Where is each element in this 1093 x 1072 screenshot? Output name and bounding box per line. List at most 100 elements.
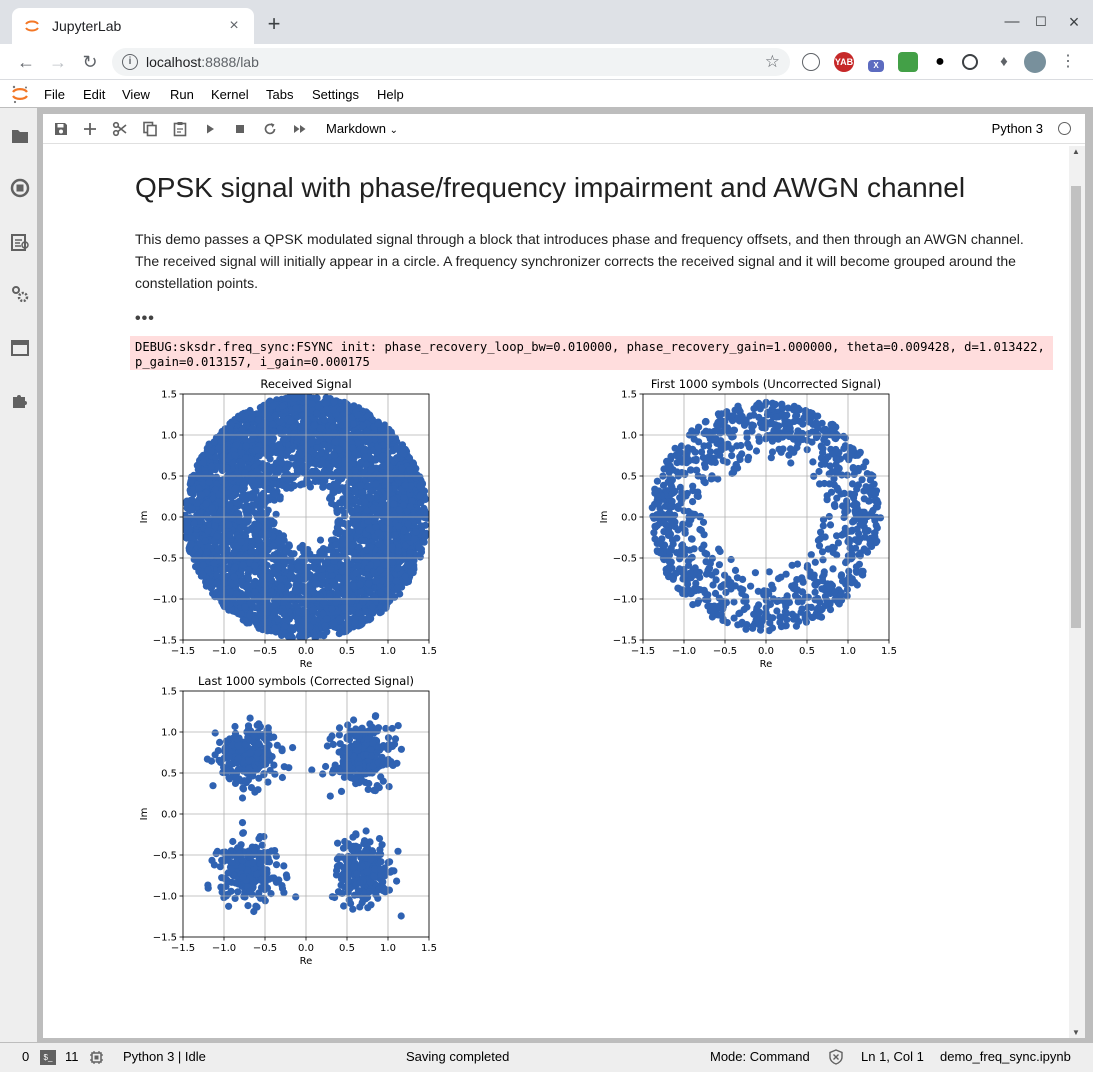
data-point: [323, 615, 331, 623]
tab-close-icon[interactable]: ×: [226, 18, 242, 34]
menu-settings[interactable]: Settings: [312, 87, 359, 102]
data-point: [378, 596, 386, 604]
data-point: [251, 588, 259, 596]
folder-icon[interactable]: [10, 126, 30, 146]
data-point: [342, 442, 350, 450]
data-point: [332, 583, 340, 591]
data-point: [211, 522, 219, 530]
collapsed-cell-marker[interactable]: •••: [135, 310, 155, 328]
data-point: [188, 505, 196, 513]
data-point: [845, 567, 853, 575]
tab-title: JupyterLab: [52, 18, 122, 34]
back-icon[interactable]: ←: [14, 50, 38, 74]
data-point: [366, 543, 374, 551]
data-point: [263, 552, 271, 560]
extension-green-icon[interactable]: [898, 52, 918, 72]
data-point: [321, 622, 329, 630]
bookmark-star-icon[interactable]: ☆: [765, 52, 780, 72]
data-point: [361, 498, 369, 506]
run-all-icon[interactable]: [291, 120, 309, 138]
cut-icon[interactable]: [111, 120, 129, 138]
menu-view[interactable]: View: [122, 87, 150, 102]
forward-icon[interactable]: →: [46, 50, 70, 74]
tabs-icon[interactable]: [10, 338, 30, 358]
data-point: [327, 416, 335, 424]
copy-icon[interactable]: [141, 120, 159, 138]
data-point: [226, 588, 234, 596]
data-point: [363, 428, 371, 436]
data-point: [294, 563, 302, 571]
data-point: [259, 604, 267, 612]
extensions-puzzle-icon[interactable]: ♦: [994, 52, 1014, 72]
data-point: [364, 614, 372, 622]
minimize-icon[interactable]: —: [1002, 12, 1022, 32]
insert-cell-icon[interactable]: [81, 120, 99, 138]
data-point: [198, 491, 206, 499]
menu-help[interactable]: Help: [377, 87, 404, 102]
extension-paw-icon[interactable]: ●: [930, 52, 950, 72]
data-point: [352, 505, 360, 514]
maximize-icon[interactable]: ☐: [1031, 12, 1051, 32]
menu-run[interactable]: Run: [170, 87, 194, 102]
data-point: [275, 441, 283, 449]
received-signal-plot: Received Signal−1.5−1.5−1.0−1.0−0.5−0.50…: [139, 377, 437, 670]
reload-icon[interactable]: ↻: [78, 50, 102, 74]
data-point: [346, 535, 354, 543]
data-point: [242, 454, 250, 462]
new-tab-icon[interactable]: +: [264, 13, 284, 35]
site-info-icon[interactable]: i: [122, 54, 138, 70]
save-icon[interactable]: [52, 120, 70, 138]
paste-icon[interactable]: [171, 120, 189, 138]
data-point: [358, 488, 366, 496]
extension-lightbulb-icon[interactable]: [802, 53, 820, 71]
menu-edit[interactable]: Edit: [83, 87, 105, 102]
data-point: [213, 578, 221, 587]
data-point: [351, 467, 359, 475]
data-point: [388, 543, 396, 551]
extension-yab-icon[interactable]: YAB: [834, 52, 854, 72]
data-point: [260, 463, 268, 471]
data-point: [351, 496, 359, 505]
data-point: [237, 538, 245, 546]
commands-icon[interactable]: [10, 232, 30, 252]
address-bar[interactable]: i localhost:8888/lab ☆: [112, 48, 790, 76]
scroll-up-icon[interactable]: ▲: [1072, 147, 1080, 156]
menu-kernel[interactable]: Kernel: [211, 87, 249, 102]
menu-tabs[interactable]: Tabs: [266, 87, 293, 102]
notebook-scrollbar[interactable]: ▲ ▼: [1069, 146, 1085, 1038]
scrollbar-thumb[interactable]: [1071, 186, 1081, 628]
data-point: [276, 418, 284, 426]
scroll-down-icon[interactable]: ▼: [1072, 1028, 1080, 1037]
extension-wheel-icon[interactable]: [962, 54, 978, 70]
property-inspector-icon[interactable]: [10, 284, 30, 304]
data-point: [371, 517, 379, 525]
data-point: [336, 560, 345, 569]
data-point: [400, 494, 408, 502]
data-point: [357, 588, 365, 596]
data-point: [390, 500, 398, 508]
data-point: [394, 547, 403, 555]
profile-avatar[interactable]: [1024, 51, 1046, 73]
data-point: [348, 606, 356, 614]
restart-icon[interactable]: [261, 120, 279, 138]
cell-type-dropdown[interactable]: Markdown ⌄: [326, 121, 398, 136]
interrupt-icon[interactable]: [231, 120, 249, 138]
data-point: [274, 564, 282, 573]
data-point: [237, 610, 245, 618]
menu-file[interactable]: File: [44, 87, 65, 102]
running-sessions-icon[interactable]: [10, 178, 30, 198]
stderr-output: DEBUG:sksdr.freq_sync:FSYNC init: phase_…: [130, 336, 1053, 370]
run-icon[interactable]: [201, 120, 219, 138]
kernel-name[interactable]: Python 3: [992, 121, 1043, 136]
extension-x-icon[interactable]: X: [868, 60, 884, 72]
data-point: [213, 532, 221, 540]
data-point: [379, 462, 387, 470]
close-window-icon[interactable]: ×: [1064, 12, 1084, 32]
data-point: [338, 506, 346, 514]
data-point: [358, 536, 366, 545]
data-point: [305, 584, 313, 592]
extension-manager-icon[interactable]: [10, 390, 30, 410]
browser-tab[interactable]: JupyterLab ×: [12, 8, 254, 44]
data-point: [258, 499, 266, 507]
browser-menu-icon[interactable]: ⋮: [1056, 50, 1080, 74]
